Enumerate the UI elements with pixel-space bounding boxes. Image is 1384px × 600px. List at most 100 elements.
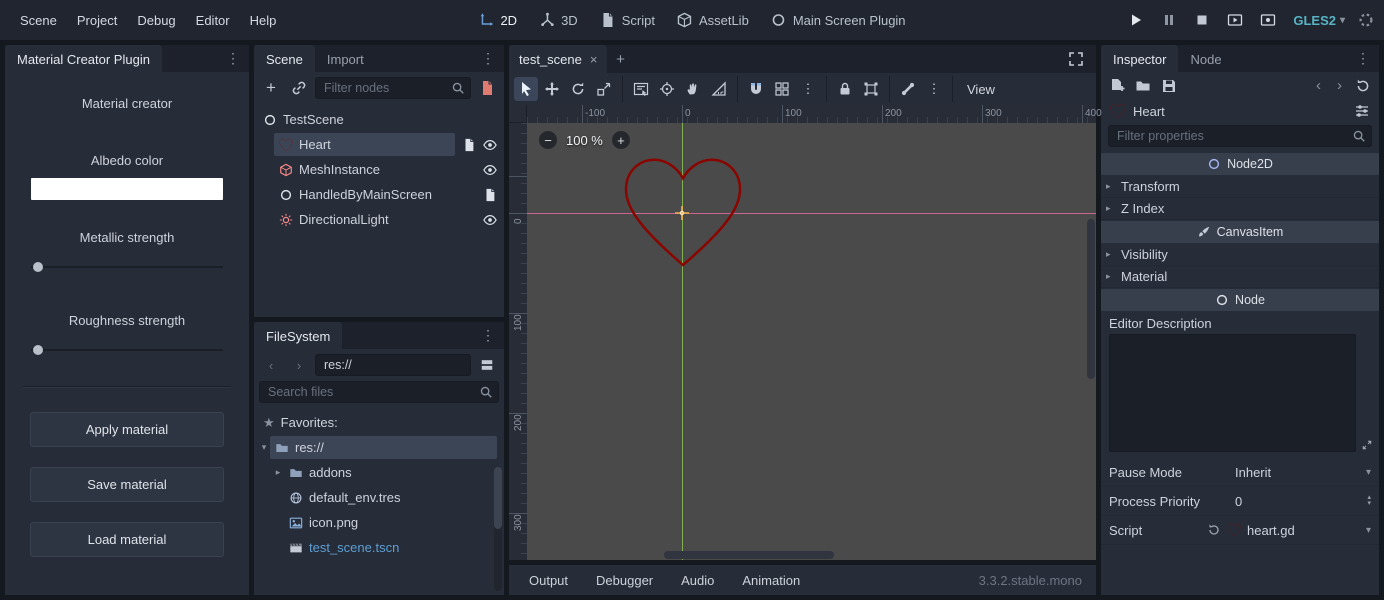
play-button[interactable] [1124,8,1148,32]
albedo-color-swatch[interactable] [31,178,223,200]
panel-menu-dots-icon[interactable]: ⋮ [472,45,504,72]
apply-material-button[interactable]: Apply material [30,412,224,447]
animation-button[interactable]: Animation [732,568,810,593]
canvas-vertical-scrollbar[interactable] [1087,219,1095,379]
metallic-strength-slider[interactable] [31,259,223,275]
position-gizmo-icon[interactable] [674,205,690,221]
output-button[interactable]: Output [519,568,578,593]
skeleton-options-button[interactable]: ⋮ [922,77,946,101]
ruler-tool-button[interactable] [707,77,731,101]
script-value-row[interactable]: heart.gd ▾ [1207,523,1371,538]
tab-inspector[interactable]: Inspector [1101,45,1178,72]
expand-text-icon[interactable] [1361,440,1373,452]
menu-debug[interactable]: Debug [127,7,185,34]
tab-material-creator-plugin[interactable]: Material Creator Plugin [5,45,162,72]
property-group-visibility[interactable]: ▸ Visibility [1101,244,1379,266]
history-back-icon[interactable]: ‹ [1313,77,1324,94]
new-resource-icon[interactable] [1109,78,1125,94]
path-input[interactable] [315,354,471,376]
history-forward-icon[interactable]: › [1334,77,1345,94]
workspace-assetlib-button[interactable]: AssetLib [671,8,755,32]
panel-menu-dots-icon[interactable]: ⋮ [1347,45,1379,72]
panel-menu-dots-icon[interactable]: ⋮ [472,322,504,349]
tab-node[interactable]: Node [1178,45,1233,72]
list-select-tool-button[interactable] [629,77,653,101]
save-material-button[interactable]: Save material [30,467,224,502]
tree-row[interactable]: ▸ addons [258,460,502,485]
editor-description-textarea[interactable] [1109,334,1356,452]
menu-project[interactable]: Project [67,7,127,34]
tree-row[interactable]: MeshInstance [258,157,502,182]
tree-row[interactable]: Heart [258,132,502,157]
script-icon[interactable] [483,188,497,202]
menu-help[interactable]: Help [240,7,287,34]
save-resource-icon[interactable] [1161,78,1177,94]
debugger-button[interactable]: Debugger [586,568,663,593]
filesystem-scrollbar[interactable] [494,467,502,591]
workspace-3d-button[interactable]: 3D [533,8,584,32]
audio-button[interactable]: Audio [671,568,724,593]
select-tool-button[interactable] [514,77,538,101]
tab-import[interactable]: Import [315,45,376,72]
expand-arrow-icon[interactable]: ▸ [272,467,284,478]
move-tool-button[interactable] [540,77,564,101]
workspace-2d-button[interactable]: 2D [472,8,523,32]
spinbox-arrows-icon[interactable]: ▴▾ [1367,495,1371,507]
panel-menu-dots-icon[interactable]: ⋮ [217,45,249,72]
tree-row[interactable]: default_env.tres [258,485,502,510]
slider-knob[interactable] [33,262,43,272]
rotate-tool-button[interactable] [566,77,590,101]
script-icon[interactable] [462,138,476,152]
favorites-row[interactable]: ★ Favorites: [258,410,502,435]
add-node-button[interactable]: + [259,76,283,100]
attach-script-button[interactable] [475,76,499,100]
tab-filesystem[interactable]: FileSystem [254,322,342,349]
filter-properties-input[interactable] [1108,125,1372,147]
pause-button[interactable] [1157,8,1181,32]
pan-tool-button[interactable] [681,77,705,101]
menu-editor[interactable]: Editor [186,7,240,34]
process-priority-spinbox[interactable]: 0 ▴▾ [1235,494,1371,509]
view-menu-button[interactable]: View [959,78,1003,101]
scene-tab-test-scene[interactable]: test_scene × [509,45,607,73]
search-files-input[interactable] [259,381,499,403]
tree-row[interactable]: HandledByMainScreen [258,182,502,207]
lock-object-button[interactable] [833,77,857,101]
display-mode-toggle-button[interactable] [475,353,499,377]
grid-snap-button[interactable] [770,77,794,101]
property-group-material[interactable]: ▸ Material [1101,266,1379,288]
load-material-button[interactable]: Load material [30,522,224,557]
tree-row[interactable]: ▾ res:// [258,435,502,460]
scale-tool-button[interactable] [592,77,616,101]
filter-nodes-input[interactable] [315,77,471,99]
smart-snap-button[interactable] [744,77,768,101]
visibility-eye-icon[interactable] [483,138,497,152]
property-group-z-index[interactable]: ▸ Z Index [1101,198,1379,220]
collapse-arrow-icon[interactable]: ▾ [258,442,270,453]
new-scene-tab-button[interactable]: + [607,45,633,73]
workspace-script-button[interactable]: Script [594,8,661,32]
tree-row[interactable]: icon.png [258,510,502,535]
instance-scene-button[interactable] [287,76,311,100]
snap-options-button[interactable]: ⋮ [796,77,820,101]
property-group-transform[interactable]: ▸ Transform [1101,176,1379,198]
object-history-icon[interactable] [1355,78,1371,94]
zoom-out-button[interactable]: − [539,131,557,149]
menu-scene[interactable]: Scene [10,7,67,34]
tree-row[interactable]: TestScene [258,107,502,132]
distraction-free-button[interactable] [1059,45,1096,73]
tab-scene[interactable]: Scene [254,45,315,72]
history-forward-button[interactable]: › [287,353,311,377]
canvas-horizontal-scrollbar[interactable] [664,551,834,559]
canvas[interactable]: − 100 % + [527,123,1096,560]
zoom-in-button[interactable]: + [612,131,630,149]
scrollbar-thumb[interactable] [494,467,502,529]
pivot-tool-button[interactable] [655,77,679,101]
roughness-strength-slider[interactable] [31,342,223,358]
tree-row[interactable]: test_scene.tscn [258,535,502,560]
close-icon[interactable]: × [590,52,598,67]
visibility-eye-icon[interactable] [483,163,497,177]
zoom-level[interactable]: 100 % [566,133,603,148]
visibility-eye-icon[interactable] [483,213,497,227]
play-scene-button[interactable] [1223,8,1247,32]
